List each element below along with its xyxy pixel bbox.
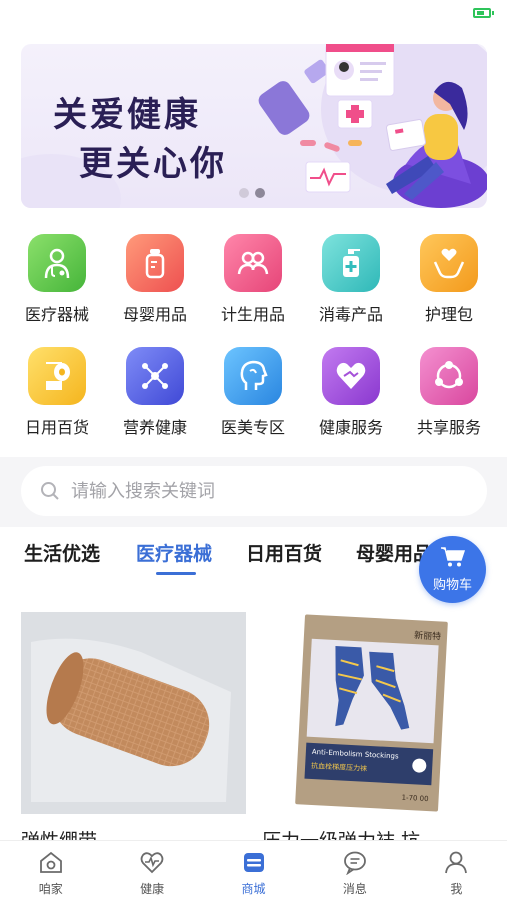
nav-label: 商城	[241, 882, 266, 896]
search-bar[interactable]	[21, 466, 487, 516]
category-care-kit[interactable]: 护理包	[404, 234, 494, 325]
baby-bottle-icon	[126, 234, 184, 292]
category-nutrition[interactable]: 营养健康	[110, 347, 200, 438]
category-medical-devices[interactable]: 医疗器械	[12, 234, 102, 325]
category-health-services[interactable]: 健康服务	[306, 347, 396, 438]
package-brand: 新丽特	[413, 631, 442, 643]
banner-title-line-1: 关爱健康	[53, 95, 201, 135]
heartbeat-icon	[140, 852, 164, 874]
category-disinfection[interactable]: 消毒产品	[306, 234, 396, 325]
bottom-nav: 咱家 健康 商城 消息 我	[0, 840, 507, 900]
couple-icon	[224, 234, 282, 292]
category-label: 医疗器械	[24, 305, 89, 324]
tab-life-select[interactable]: 生活优选	[24, 539, 100, 566]
category-label: 计生用品	[220, 305, 285, 324]
banner-pagination	[239, 188, 265, 198]
nav-label: 健康	[140, 882, 165, 896]
home-icon	[39, 851, 62, 873]
banner-title-line-2: 更关心你	[79, 144, 227, 184]
message-icon	[344, 851, 366, 876]
tissue-roll-icon	[28, 347, 86, 405]
heart-hand-icon	[322, 347, 380, 405]
search-icon	[41, 482, 59, 500]
active-tab-indicator	[156, 572, 196, 575]
nav-home[interactable]: 咱家	[0, 841, 101, 900]
care-hands-icon	[420, 234, 478, 292]
nav-label: 消息	[342, 882, 367, 896]
sanitizer-icon	[322, 234, 380, 292]
product-card[interactable]: 弹性绷带	[21, 612, 246, 853]
nav-health[interactable]: 健康	[101, 841, 202, 900]
category-label: 健康服务	[318, 418, 383, 437]
category-mother-baby[interactable]: 母婴用品	[110, 234, 200, 325]
product-card[interactable]: 新丽特 Anti-Embolism Stockings 抗血栓梯度压力袜 1-7…	[262, 612, 487, 853]
banner-illustration	[258, 44, 487, 208]
banner-dot[interactable]	[239, 188, 249, 198]
user-icon	[445, 851, 468, 874]
category-shared-services[interactable]: 共享服务	[404, 347, 494, 438]
banner-dot-active[interactable]	[255, 188, 265, 198]
molecule-icon	[126, 347, 184, 405]
category-label: 消毒产品	[318, 305, 383, 324]
package-en-title: Anti-Embolism Stockings	[311, 747, 399, 761]
status-bar	[0, 0, 507, 28]
tab-daily-goods[interactable]: 日用百货	[246, 539, 322, 566]
category-daily-goods[interactable]: 日用百货	[12, 347, 102, 438]
category-label: 护理包	[424, 305, 473, 324]
category-label: 共享服务	[416, 418, 481, 437]
product-image	[21, 612, 246, 814]
category-label: 母婴用品	[122, 305, 187, 324]
cart-icon	[440, 547, 465, 567]
stocking-package: 新丽特 Anti-Embolism Stockings 抗血栓梯度压力袜 1-7…	[295, 614, 448, 812]
cart-button[interactable]: 购物车	[419, 536, 486, 603]
search-input[interactable]	[71, 480, 451, 502]
category-label: 日用百货	[24, 418, 89, 437]
doctor-icon	[28, 234, 86, 292]
nav-me[interactable]: 我	[406, 841, 507, 900]
promo-banner[interactable]: 关爱健康 更关心你	[21, 44, 487, 208]
nav-label: 咱家	[38, 882, 63, 896]
package-label-strip: Anti-Embolism Stockings 抗血栓梯度压力袜	[304, 742, 434, 786]
package-code: 1-70 00	[401, 793, 429, 804]
nav-label: 我	[450, 882, 463, 896]
package-logo	[411, 758, 427, 773]
nav-store[interactable]: 商城	[203, 841, 304, 900]
face-profile-icon	[224, 347, 282, 405]
store-icon	[243, 853, 264, 872]
share-icon	[420, 347, 478, 405]
category-label: 营养健康	[122, 418, 187, 437]
package-window	[306, 638, 439, 744]
battery-icon	[473, 8, 494, 18]
product-image: 新丽特 Anti-Embolism Stockings 抗血栓梯度压力袜 1-7…	[262, 612, 487, 814]
tab-medical-devices[interactable]: 医疗器械	[136, 539, 212, 566]
category-family-planning[interactable]: 计生用品	[208, 234, 298, 325]
nav-messages[interactable]: 消息	[304, 841, 405, 900]
cart-label: 购物车	[432, 578, 472, 593]
package-cn-title: 抗血栓梯度压力袜	[310, 761, 368, 773]
category-aesthetic-medicine[interactable]: 医美专区	[208, 347, 298, 438]
category-label: 医美专区	[220, 418, 285, 437]
